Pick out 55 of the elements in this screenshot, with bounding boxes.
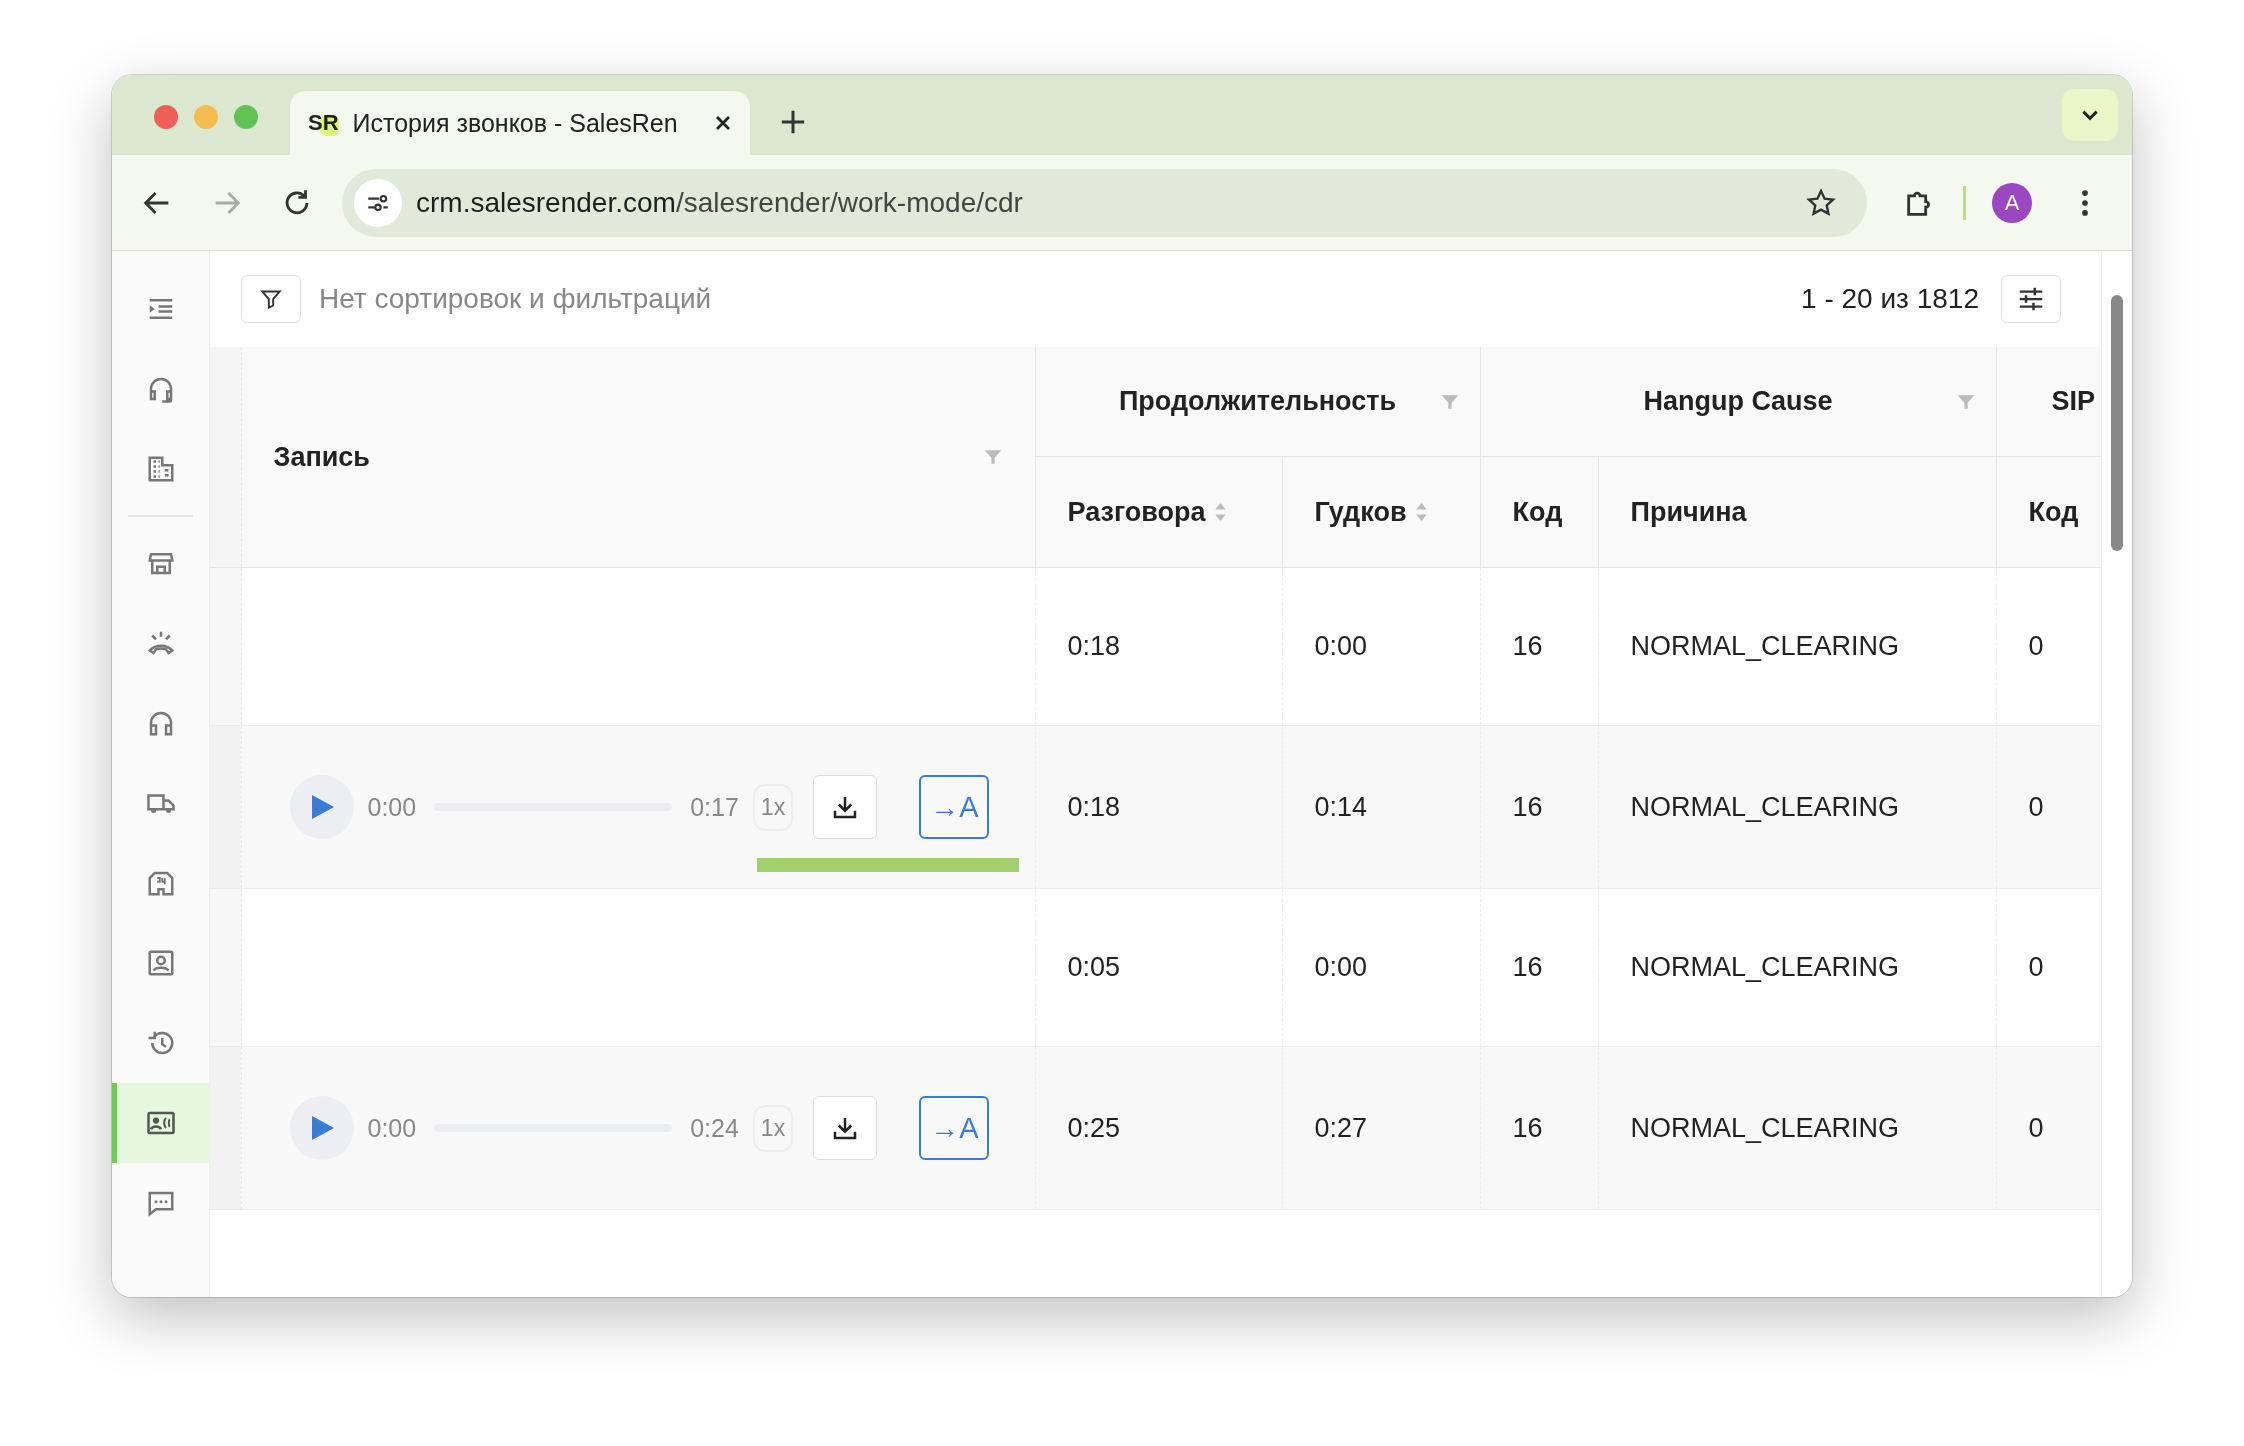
play-icon [309,794,334,820]
table-cell: 16 [1480,567,1598,726]
column-header: Причина [1630,496,1747,528]
download-button[interactable] [813,1096,878,1160]
column-header: Код [2028,496,2079,528]
duration-time: 0:17 [690,792,739,822]
current-time: 0:00 [367,1113,417,1143]
playback-speed-button[interactable]: 1x [752,1104,794,1152]
url-text: crm.salesrender.com/salesrender/work-mode/cdr [416,186,1023,219]
table-cell: 0 [1996,1046,2101,1210]
table-cell: NORMAL_CLEARING [1598,567,1996,726]
close-window-button[interactable] [154,105,178,129]
table-cell: 16 [1480,725,1598,889]
column-header: Запись [273,441,370,473]
column-header: Код [1512,496,1563,528]
column-header: Гудков [1314,496,1407,528]
table-cell: NORMAL_CLEARING [1598,888,1996,1047]
table-cell: 16 [1480,1046,1598,1210]
table-cell: 0:14 [1282,725,1480,889]
table-cell: 0:18 [1035,567,1282,726]
table-cell: 16 [1480,888,1598,1047]
table-cell: 0 [1996,725,2101,889]
playback-speed-button[interactable]: 1x [752,783,794,831]
table-cell: NORMAL_CLEARING [1598,725,1996,889]
table-cell: 0:00 [1282,888,1480,1047]
new-tab-icon[interactable] [780,109,806,135]
browser-tab[interactable]: SR История звонков - SalesRen [290,91,750,155]
tab-title: История звонков - SalesRen [352,108,679,138]
download-button[interactable] [813,775,878,839]
table-cell: 0:00 [1282,567,1480,726]
column-settings-button[interactable] [2001,275,2061,323]
column-group-header: Hangup Cause [1643,386,1833,417]
address-field[interactable]: crm.salesrender.com/salesrender/work-mode/cdr [342,168,1867,237]
table-cell: 0:27 [1282,1046,1480,1210]
duration-time: 0:24 [690,1113,739,1143]
column-header: Разговора [1067,496,1206,528]
filter-button[interactable] [241,275,301,323]
transcribe-button[interactable]: →A [919,775,990,839]
play-icon [309,1115,334,1141]
table-cell: 0:18 [1035,725,1282,889]
table-cell: 0:05 [1035,888,1282,1047]
pagination-range: 1 - 20 из 1812 [1801,283,1979,315]
column-group-header: Продолжительность [1118,386,1397,417]
sidebar-item[interactable] [112,1083,209,1163]
current-time: 0:00 [367,792,417,822]
table-cell: NORMAL_CLEARING [1598,1046,1996,1210]
transcribe-button[interactable]: →A [919,1096,990,1160]
bookmark-star-icon[interactable] [1805,186,1837,219]
column-group-header: SIP [2051,386,2096,417]
scrollbar-thumb[interactable] [2111,295,2123,551]
profile-avatar[interactable]: A [1992,182,2032,223]
table-cell: 0:25 [1035,1046,1282,1210]
close-icon[interactable] [714,114,732,132]
tab-search-button[interactable] [2062,89,2118,141]
filter-status-text: Нет сортировок и фильтраций [319,283,712,315]
